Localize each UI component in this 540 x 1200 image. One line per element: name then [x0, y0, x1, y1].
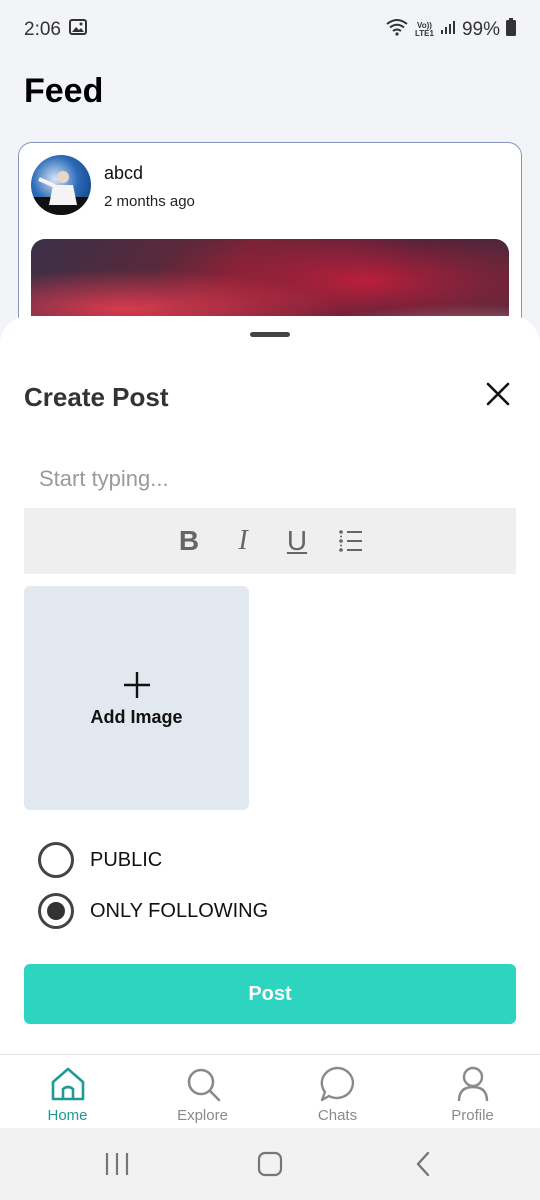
bullet-list-icon [339, 530, 362, 552]
create-post-sheet: Create Post B I U Add Image PUBLIC ONLY … [0, 316, 540, 1054]
add-image-button[interactable]: Add Image [24, 586, 249, 810]
lte-bottom: LTE1 [415, 29, 434, 38]
nav-label-chats: Chats [317, 1107, 358, 1124]
bottom-navigation: Home Explore Chats Profile [0, 1054, 540, 1128]
nav-label-home: Home [47, 1107, 88, 1124]
status-left: 2:06 [24, 19, 87, 41]
gallery-notification-icon [68, 19, 87, 41]
sheet-drag-handle[interactable] [250, 332, 290, 337]
underline-button[interactable]: U [282, 521, 312, 561]
nav-label-profile: Profile [451, 1107, 494, 1124]
recent-apps-button[interactable] [87, 1144, 147, 1184]
post-timestamp: 2 months ago [104, 193, 195, 210]
post-username[interactable]: abcd [104, 163, 143, 184]
visibility-option-only-following[interactable]: ONLY FOLLOWING [38, 893, 268, 929]
plus-icon [123, 671, 150, 698]
nav-label-explore: Explore [177, 1107, 228, 1124]
avatar[interactable] [31, 155, 91, 215]
add-image-label: Add Image [90, 706, 183, 727]
radio-selected-dot [47, 902, 65, 920]
post-text-input[interactable] [24, 456, 516, 502]
visibility-option-public[interactable]: PUBLIC [38, 842, 162, 878]
home-icon [51, 1067, 84, 1101]
page-title: Feed [24, 72, 104, 110]
back-icon [417, 1151, 430, 1177]
battery-percent: 99% [461, 19, 500, 40]
battery-icon [506, 18, 516, 42]
back-button[interactable] [393, 1144, 453, 1184]
nav-chats[interactable]: Chats [270, 1055, 405, 1128]
nav-home[interactable]: Home [0, 1055, 135, 1128]
radio-public[interactable] [38, 842, 74, 878]
home-square-icon [257, 1151, 283, 1177]
lte-indicator: Vo)) LTE1 [415, 22, 434, 38]
sheet-title: Create Post [24, 382, 169, 412]
bold-button[interactable]: B [174, 521, 204, 561]
home-system-button[interactable] [240, 1144, 300, 1184]
post-button[interactable]: Post [24, 964, 516, 1024]
recent-apps-icon [105, 1153, 128, 1175]
radio-only-following[interactable] [38, 893, 74, 929]
formatting-toolbar: B I U [24, 508, 516, 574]
status-right: Vo)) LTE1 99% [385, 18, 516, 42]
nav-explore[interactable]: Explore [135, 1055, 270, 1128]
radio-label-public: PUBLIC [90, 848, 163, 871]
signal-icon [440, 19, 456, 41]
radio-label-only-following: ONLY FOLLOWING [90, 899, 269, 922]
close-button[interactable] [482, 378, 514, 410]
bullet-list-button[interactable] [336, 521, 366, 561]
italic-button[interactable]: I [228, 521, 258, 561]
system-navigation-bar [0, 1128, 540, 1200]
status-time: 2:06 [24, 19, 61, 40]
close-icon [486, 382, 510, 406]
wifi-icon [385, 18, 409, 42]
chat-icon [320, 1066, 354, 1102]
nav-profile[interactable]: Profile [405, 1055, 540, 1128]
search-icon [187, 1068, 220, 1102]
profile-icon [457, 1066, 488, 1102]
status-bar: 2:06 Vo)) LTE1 99% [0, 0, 540, 60]
